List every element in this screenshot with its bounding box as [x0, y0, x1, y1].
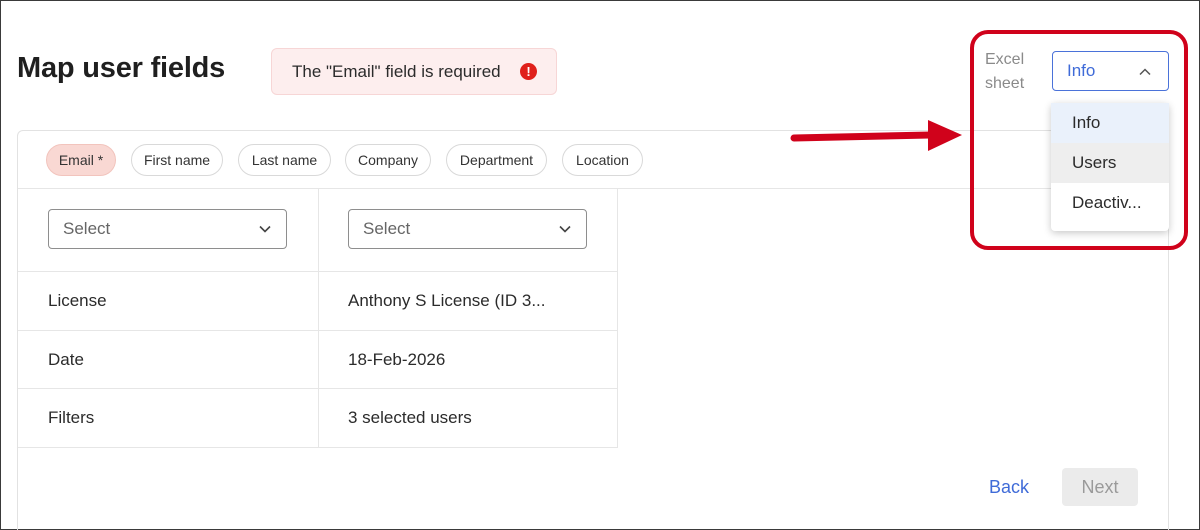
chip-first-name[interactable]: First name — [131, 144, 223, 176]
back-button[interactable]: Back — [980, 468, 1038, 506]
chip-email[interactable]: Email * — [46, 144, 116, 176]
annotation-arrow-icon — [790, 120, 962, 151]
chip-last-name[interactable]: Last name — [238, 144, 331, 176]
select-placeholder: Select — [363, 219, 411, 238]
row-key: Date — [48, 349, 84, 369]
column-select-2[interactable]: Select — [348, 209, 587, 249]
chevron-down-icon — [559, 225, 571, 233]
chip-department[interactable]: Department — [446, 144, 547, 176]
select-placeholder: Select — [63, 219, 111, 238]
error-icon: ! — [520, 63, 537, 80]
annotation-highlight-box — [970, 30, 1188, 250]
row-key: Filters — [48, 408, 95, 427]
row-value: Anthony S License (ID 3... — [348, 291, 546, 310]
column-select-1[interactable]: Select — [48, 209, 287, 249]
row-key: License — [48, 291, 107, 310]
error-banner: The "Email" field is required ! — [271, 48, 557, 95]
column-divider — [617, 189, 618, 448]
column-divider — [318, 189, 319, 448]
chevron-down-icon — [259, 225, 271, 233]
mapping-grid: Select Select License Anthony S License … — [18, 189, 618, 448]
next-button[interactable]: Next — [1062, 468, 1138, 506]
row-value: 18-Feb-2026 — [348, 349, 446, 369]
chip-company[interactable]: Company — [345, 144, 431, 176]
row-value: 3 selected users — [348, 408, 472, 427]
chip-location[interactable]: Location — [562, 144, 643, 176]
page-title: Map user fields — [17, 52, 226, 84]
error-message: The "Email" field is required — [292, 61, 501, 81]
